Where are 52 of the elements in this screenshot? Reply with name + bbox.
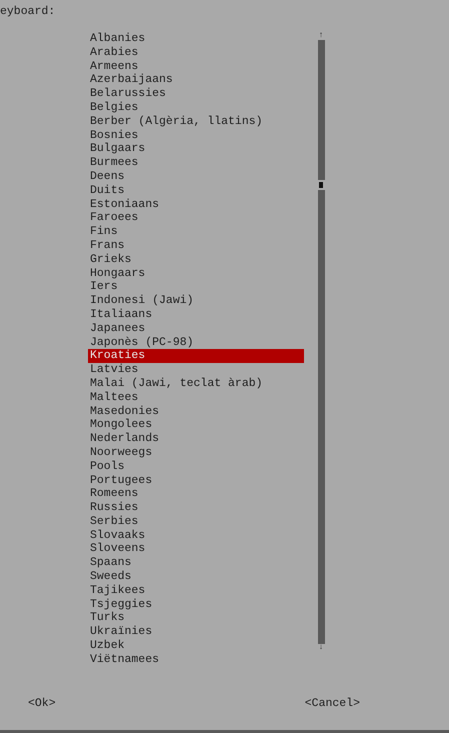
dialog-title: eyboard:: [0, 4, 56, 19]
list-item[interactable]: Arabies: [88, 46, 304, 60]
list-item[interactable]: Belgies: [88, 100, 304, 115]
list-item[interactable]: Pools: [88, 460, 304, 474]
list-item[interactable]: Deens: [88, 170, 304, 184]
scrollbar-thumb[interactable]: [319, 182, 323, 188]
list-item[interactable]: Albanies: [88, 32, 304, 46]
list-item[interactable]: Slovaaks: [88, 528, 304, 542]
list-item[interactable]: Faroees: [88, 211, 304, 226]
list-item[interactable]: Bulgaars: [88, 142, 304, 156]
list-item[interactable]: Armeens: [88, 60, 304, 74]
list-item[interactable]: Latvies: [88, 363, 304, 377]
list-item[interactable]: Serbies: [88, 514, 304, 529]
list-item[interactable]: Malai (Jawi, teclat àrab): [88, 376, 304, 391]
list-item[interactable]: Sloveens: [88, 542, 304, 556]
list-item[interactable]: Iers: [88, 280, 304, 294]
list-item[interactable]: Masedonies: [88, 404, 304, 418]
list-item[interactable]: Uzbek: [88, 639, 304, 653]
list-item[interactable]: Duits: [88, 184, 304, 198]
list-item[interactable]: Mongolees: [88, 418, 304, 432]
list-item[interactable]: Tsjeggies: [88, 598, 304, 612]
list-item[interactable]: Estoniaans: [88, 198, 304, 212]
cancel-button[interactable]: <Cancel>: [304, 696, 360, 710]
list-item[interactable]: Belarussies: [88, 87, 304, 101]
scroll-up-arrow[interactable]: ↑: [318, 32, 324, 40]
list-item[interactable]: Nederlands: [88, 432, 304, 446]
list-item[interactable]: Noorweegs: [88, 446, 304, 460]
list-item[interactable]: Italiaans: [88, 308, 304, 322]
list-item[interactable]: Kroaties: [88, 349, 304, 364]
ok-button[interactable]: <Ok>: [28, 696, 56, 710]
list-item[interactable]: Maltees: [88, 390, 304, 405]
list-item[interactable]: Fins: [88, 225, 304, 239]
list-item[interactable]: Japanees: [88, 322, 304, 336]
list-item[interactable]: Grieks: [88, 252, 304, 267]
list-item[interactable]: Russies: [88, 501, 304, 515]
list-item[interactable]: Viëtnamees: [88, 652, 304, 667]
list-item[interactable]: Berber (Algèria, llatins): [88, 114, 304, 129]
list-item[interactable]: Burmees: [88, 156, 304, 170]
list-item[interactable]: Turks: [88, 611, 304, 626]
list-item[interactable]: Japonès (PC-98): [88, 336, 304, 350]
list-item[interactable]: Tajikees: [88, 584, 304, 598]
list-item[interactable]: Romeens: [88, 487, 304, 502]
list-item[interactable]: Azerbaijaans: [88, 73, 304, 88]
list-item[interactable]: Bosnies: [88, 128, 304, 142]
list-item[interactable]: Spaans: [88, 556, 304, 570]
list-item[interactable]: Hongaars: [88, 266, 304, 280]
list-item[interactable]: Indonesi (Jawi): [88, 294, 304, 308]
list-item[interactable]: Frans: [88, 238, 304, 253]
list-item[interactable]: Sweeds: [88, 570, 304, 584]
list-item[interactable]: Ukraïnies: [88, 625, 304, 640]
scroll-down-arrow[interactable]: ↓: [318, 644, 324, 652]
list-item[interactable]: Portugees: [88, 474, 304, 488]
